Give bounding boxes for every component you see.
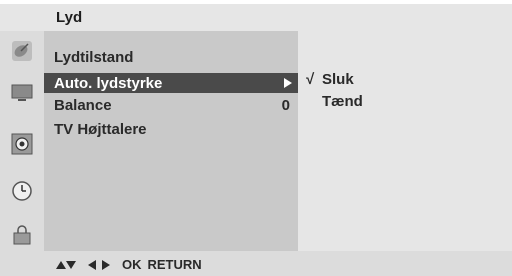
return-hint: RETURN: [147, 257, 202, 272]
menu-title: Lyd: [56, 9, 83, 26]
option-taend[interactable]: Tænd: [306, 93, 363, 110]
menu-item-label: Auto. lydstyrke: [54, 75, 163, 92]
menu-item-label: TV Højttalere: [54, 121, 147, 138]
menu-item-tv-hojttalere[interactable]: TV Højttalere: [44, 119, 298, 139]
clock-icon[interactable]: [6, 175, 38, 207]
checkmark-icon: √: [306, 71, 315, 88]
satellite-dish-icon[interactable]: [6, 35, 38, 67]
sound-menu: Lydtilstand Auto. lydstyrke Balance 0 TV…: [44, 31, 298, 251]
option-label: Tænd: [322, 93, 363, 110]
speaker-icon[interactable]: [6, 128, 38, 160]
menu-item-lydtilstand[interactable]: Lydtilstand: [44, 47, 298, 67]
menu-item-label: Lydtilstand: [54, 49, 134, 66]
title-bar: Lyd: [0, 4, 512, 31]
menu-item-balance[interactable]: Balance 0: [44, 95, 298, 115]
menu-item-label: Balance: [54, 97, 112, 114]
option-sluk[interactable]: √ Sluk: [306, 71, 354, 88]
category-rail: [0, 31, 44, 251]
menu-item-auto-lydstyrke[interactable]: Auto. lydstyrke: [44, 73, 298, 93]
option-submenu: √ Sluk Tænd: [298, 31, 512, 251]
submenu-arrow-icon: [284, 78, 292, 88]
right-arrow-icon: [102, 259, 110, 270]
down-arrow-icon: [66, 260, 76, 269]
ok-hint: OK: [122, 257, 142, 272]
option-label: Sluk: [322, 71, 354, 88]
lock-icon[interactable]: [6, 219, 38, 251]
footer-hint-bar: OK RETURN: [0, 251, 512, 276]
tv-screen-icon[interactable]: [6, 77, 38, 109]
left-arrow-icon: [88, 259, 96, 270]
up-arrow-icon: [56, 260, 66, 269]
balance-value: 0: [281, 97, 290, 114]
